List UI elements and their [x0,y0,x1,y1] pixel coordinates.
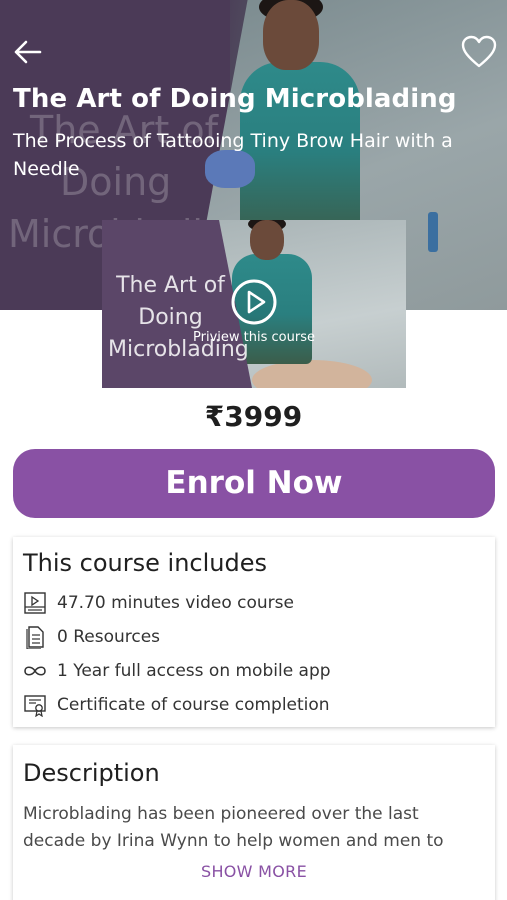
include-item-label: 47.70 minutes video course [57,593,294,613]
arrow-left-icon [14,40,42,64]
infinity-icon [22,658,48,684]
video-icon [22,590,48,616]
preview-text-line: The Art of [116,273,225,298]
course-preview-video[interactable]: The Art of Doing Microblading Priview th… [102,220,406,388]
include-item-video: 47.70 minutes video course [22,590,482,616]
include-item-resources: 0 Resources [22,624,482,650]
include-item-label: 0 Resources [57,627,161,647]
include-item-label: 1 Year full access on mobile app [57,661,331,681]
favorite-button[interactable] [460,34,498,70]
include-item-certificate: Certificate of course completion [22,692,482,718]
document-icon [22,624,48,650]
show-more-link[interactable]: SHOW MORE [13,862,495,881]
preview-label: Priview this course [193,330,315,345]
course-includes-card: This course includes 47.70 minutes video… [13,537,495,727]
description-text: Microblading has been pioneered over the… [23,804,444,851]
heart-outline-icon [461,35,497,68]
description-heading: Description [23,759,160,787]
enrol-now-button[interactable]: Enrol Now [13,449,495,518]
description-card: Description Microblading has been pionee… [13,745,495,900]
certificate-icon [22,692,48,718]
instructor-photo [205,0,395,250]
course-subtitle: The Process of Tattooing Tiny Brow Hair … [13,130,453,180]
preview-thumbnail-text: The Art of Doing Microblading [108,270,249,366]
include-item-access: 1 Year full access on mobile app [22,658,482,684]
includes-heading: This course includes [23,549,267,577]
play-icon[interactable] [230,278,278,326]
course-price: ₹3999 [204,400,303,433]
include-item-label: Certificate of course completion [57,695,330,715]
back-button[interactable] [10,34,46,70]
course-title: The Art of Doing Microblading [13,84,457,114]
hero-bottle [428,212,438,252]
